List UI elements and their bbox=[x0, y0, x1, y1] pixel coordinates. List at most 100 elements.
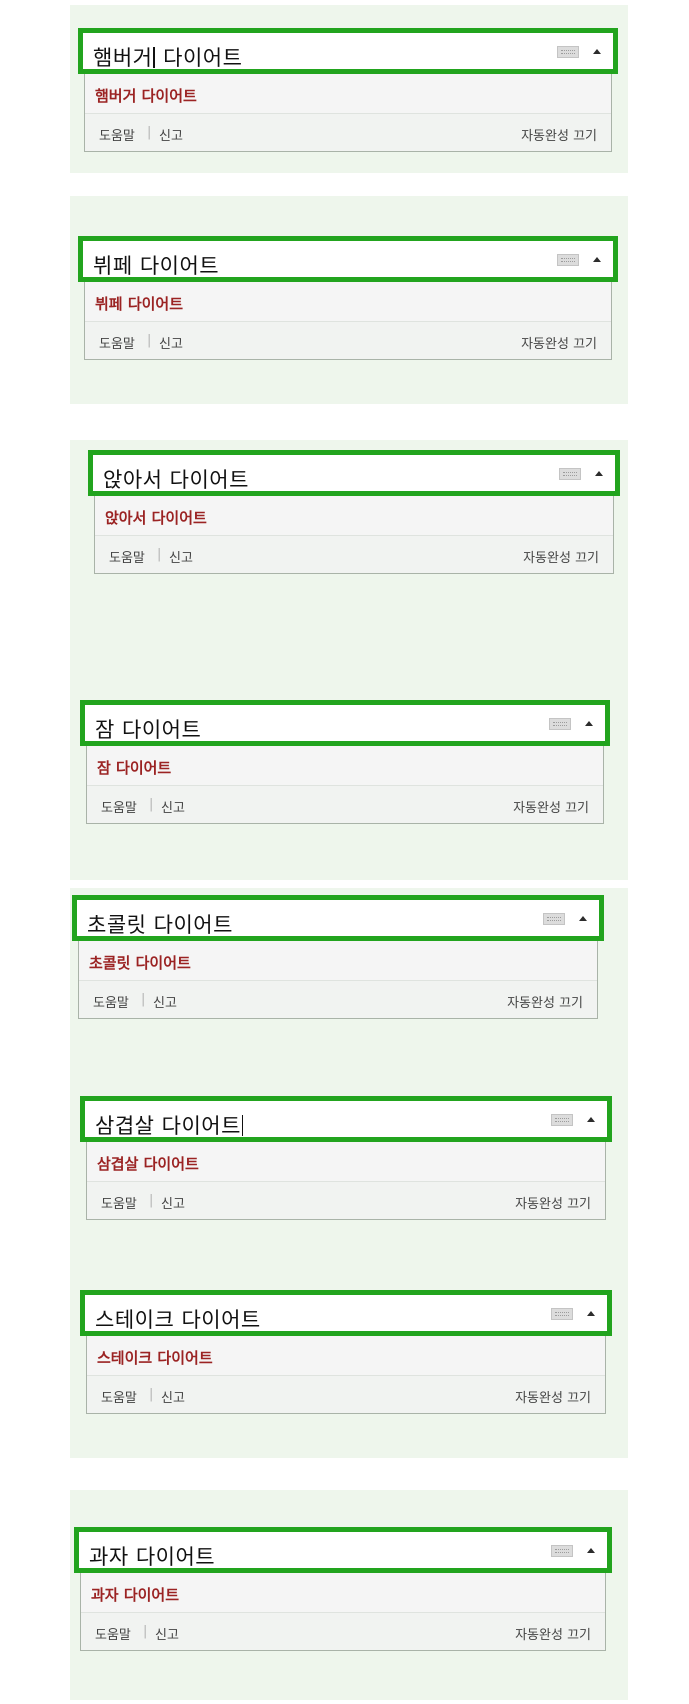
autocomplete-off-link[interactable]: 자동완성 끄기 bbox=[515, 1624, 591, 1643]
suggestion-label: 과자 다이어트 bbox=[91, 1586, 180, 1604]
search-widget: 햄버거 다이어트 햄버거 다이어트 도움말 | 신고 자동완성 끄기 bbox=[78, 28, 618, 152]
help-link[interactable]: 도움말 bbox=[99, 333, 135, 352]
autocomplete-dropdown: 뷔페 다이어트 도움말 | 신고 자동완성 끄기 bbox=[84, 282, 612, 360]
search-query-text: 과자 다이어트 bbox=[89, 1545, 216, 1569]
keyboard-icon[interactable] bbox=[551, 1114, 573, 1126]
search-input[interactable]: 스테이크 다이어트 bbox=[80, 1290, 612, 1336]
separator: | bbox=[147, 333, 152, 348]
autocomplete-off-link[interactable]: 자동완성 끄기 bbox=[521, 333, 597, 352]
dropdown-footer: 도움말 | 신고 자동완성 끄기 bbox=[87, 1181, 605, 1219]
query-text-rest: 다이어트 bbox=[155, 46, 243, 70]
help-link[interactable]: 도움말 bbox=[99, 125, 135, 144]
chevron-up-icon[interactable] bbox=[585, 721, 593, 726]
dropdown-footer: 도움말 | 신고 자동완성 끄기 bbox=[81, 1612, 605, 1650]
keyboard-icon[interactable] bbox=[551, 1308, 573, 1320]
search-input[interactable]: 과자 다이어트 bbox=[74, 1527, 612, 1573]
report-link[interactable]: 신고 bbox=[161, 797, 185, 816]
dropdown-footer: 도움말 | 신고 자동완성 끄기 bbox=[95, 535, 613, 573]
autocomplete-off-link[interactable]: 자동완성 끄기 bbox=[521, 125, 597, 144]
search-widget: 초콜릿 다이어트 초콜릿 다이어트 도움말 | 신고 자동완성 끄기 bbox=[72, 895, 604, 1019]
report-link[interactable]: 신고 bbox=[159, 125, 183, 144]
suggestion-item[interactable]: 스테이크 다이어트 bbox=[87, 1336, 605, 1375]
report-link[interactable]: 신고 bbox=[155, 1624, 179, 1643]
search-widget: 삼겹살 다이어트 삼겹살 다이어트 도움말 | 신고 자동완성 끄기 bbox=[80, 1096, 612, 1220]
suggestion-item[interactable]: 앉아서 다이어트 bbox=[95, 496, 613, 535]
search-input[interactable]: 초콜릿 다이어트 bbox=[72, 895, 604, 941]
autocomplete-off-link[interactable]: 자동완성 끄기 bbox=[513, 797, 589, 816]
search-widget: 스테이크 다이어트 스테이크 다이어트 도움말 | 신고 자동완성 끄기 bbox=[80, 1290, 612, 1414]
autocomplete-off-link[interactable]: 자동완성 끄기 bbox=[515, 1387, 591, 1406]
separator: | bbox=[149, 1387, 154, 1402]
help-link[interactable]: 도움말 bbox=[101, 797, 137, 816]
search-query-text: 초콜릿 다이어트 bbox=[87, 913, 233, 937]
chevron-up-icon[interactable] bbox=[587, 1548, 595, 1553]
suggestion-label: 뷔페 다이어트 bbox=[95, 295, 184, 313]
autocomplete-dropdown: 햄버거 다이어트 도움말 | 신고 자동완성 끄기 bbox=[84, 74, 612, 152]
autocomplete-off-link[interactable]: 자동완성 끄기 bbox=[515, 1193, 591, 1212]
autocomplete-dropdown: 삼겹살 다이어트 도움말 | 신고 자동완성 끄기 bbox=[86, 1142, 606, 1220]
help-link[interactable]: 도움말 bbox=[109, 547, 145, 566]
suggestion-label: 앉아서 다이어트 bbox=[105, 509, 207, 527]
keyboard-icon[interactable] bbox=[557, 46, 579, 58]
report-link[interactable]: 신고 bbox=[169, 547, 193, 566]
search-input[interactable]: 햄버거 다이어트 bbox=[78, 28, 618, 74]
text-cursor bbox=[153, 47, 155, 68]
suggestion-item[interactable]: 삼겹살 다이어트 bbox=[87, 1142, 605, 1181]
suggestion-item[interactable]: 햄버거 다이어트 bbox=[85, 74, 611, 113]
separator: | bbox=[141, 992, 146, 1007]
help-link[interactable]: 도움말 bbox=[101, 1387, 137, 1406]
autocomplete-off-link[interactable]: 자동완성 끄기 bbox=[507, 992, 583, 1011]
search-query-text: 삼겹살 다이어트 bbox=[95, 1110, 244, 1140]
separator: | bbox=[143, 1624, 148, 1639]
help-link[interactable]: 도움말 bbox=[101, 1193, 137, 1212]
keyboard-icon[interactable] bbox=[557, 254, 579, 266]
chevron-up-icon[interactable] bbox=[595, 471, 603, 476]
chevron-up-icon[interactable] bbox=[587, 1311, 595, 1316]
report-link[interactable]: 신고 bbox=[153, 992, 177, 1011]
search-input[interactable]: 잠 다이어트 bbox=[80, 700, 610, 746]
keyboard-icon[interactable] bbox=[551, 1545, 573, 1557]
suggestion-item[interactable]: 과자 다이어트 bbox=[81, 1573, 605, 1612]
report-link[interactable]: 신고 bbox=[161, 1193, 185, 1212]
dropdown-footer: 도움말 | 신고 자동완성 끄기 bbox=[79, 980, 597, 1018]
separator: | bbox=[149, 797, 154, 812]
suggestion-label: 삼겹살 다이어트 bbox=[97, 1155, 199, 1173]
keyboard-icon[interactable] bbox=[543, 913, 565, 925]
chevron-up-icon[interactable] bbox=[593, 257, 601, 262]
separator: | bbox=[157, 547, 162, 562]
search-query-text: 햄버거 다이어트 bbox=[93, 42, 242, 72]
keyboard-icon[interactable] bbox=[559, 468, 581, 480]
autocomplete-dropdown: 잠 다이어트 도움말 | 신고 자동완성 끄기 bbox=[86, 746, 604, 824]
help-link[interactable]: 도움말 bbox=[93, 992, 129, 1011]
query-text: 햄버거 bbox=[93, 46, 153, 70]
search-widget: 앉아서 다이어트 앉아서 다이어트 도움말 | 신고 자동완성 끄기 bbox=[88, 450, 620, 574]
separator: | bbox=[147, 125, 152, 140]
report-link[interactable]: 신고 bbox=[161, 1387, 185, 1406]
search-input[interactable]: 뷔페 다이어트 bbox=[78, 236, 618, 282]
chevron-up-icon[interactable] bbox=[593, 49, 601, 54]
dropdown-footer: 도움말 | 신고 자동완성 끄기 bbox=[85, 113, 611, 151]
suggestion-item[interactable]: 초콜릿 다이어트 bbox=[79, 941, 597, 980]
dropdown-footer: 도움말 | 신고 자동완성 끄기 bbox=[85, 321, 611, 359]
autocomplete-dropdown: 스테이크 다이어트 도움말 | 신고 자동완성 끄기 bbox=[86, 1336, 606, 1414]
search-input[interactable]: 삼겹살 다이어트 bbox=[80, 1096, 612, 1142]
autocomplete-dropdown: 과자 다이어트 도움말 | 신고 자동완성 끄기 bbox=[80, 1573, 606, 1651]
help-link[interactable]: 도움말 bbox=[95, 1624, 131, 1643]
text-cursor bbox=[241, 1115, 244, 1136]
search-query-text: 스테이크 다이어트 bbox=[95, 1308, 261, 1332]
suggestion-label: 초콜릿 다이어트 bbox=[89, 954, 191, 972]
chevron-up-icon[interactable] bbox=[579, 916, 587, 921]
suggestion-label: 스테이크 다이어트 bbox=[97, 1349, 213, 1367]
separator: | bbox=[149, 1193, 154, 1208]
chevron-up-icon[interactable] bbox=[587, 1117, 595, 1122]
search-input[interactable]: 앉아서 다이어트 bbox=[88, 450, 620, 496]
autocomplete-off-link[interactable]: 자동완성 끄기 bbox=[523, 547, 599, 566]
report-link[interactable]: 신고 bbox=[159, 333, 183, 352]
suggestion-item[interactable]: 잠 다이어트 bbox=[87, 746, 603, 785]
search-query-text: 앉아서 다이어트 bbox=[103, 468, 249, 492]
query-text: 삼겹살 다이어트 bbox=[95, 1114, 241, 1138]
suggestion-label: 잠 다이어트 bbox=[97, 759, 172, 777]
search-widget: 잠 다이어트 잠 다이어트 도움말 | 신고 자동완성 끄기 bbox=[80, 700, 610, 824]
suggestion-item[interactable]: 뷔페 다이어트 bbox=[85, 282, 611, 321]
keyboard-icon[interactable] bbox=[549, 718, 571, 730]
